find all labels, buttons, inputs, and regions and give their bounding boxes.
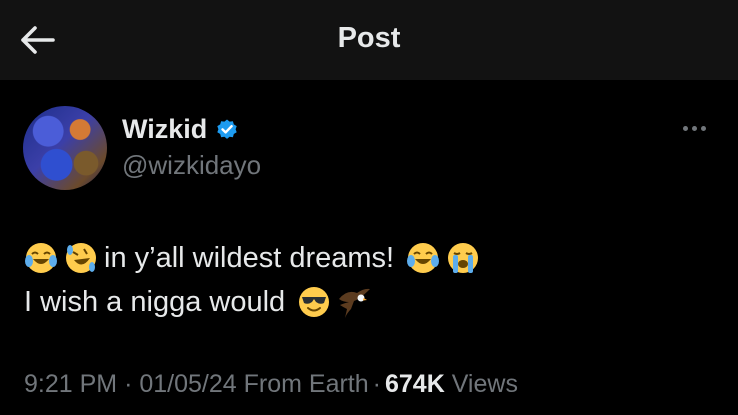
verified-badge-icon [217,119,237,139]
rolling-on-floor-laughing-icon [66,243,96,273]
page-title: Post [337,22,401,54]
tweet-text: in y’all wildest dreams! I wish a nigga … [24,236,486,324]
smiling-face-with-sunglasses-icon [299,287,330,317]
tweet-line-1: in y’all wildest dreams! [24,236,486,280]
tweet-line-1-text: in y’all wildest dreams! [104,242,395,274]
more-options-button[interactable] [683,120,713,136]
eagle-icon [339,288,371,318]
more-dot-icon [701,125,706,131]
views-label: Views [451,370,518,398]
more-dot-icon [683,125,688,131]
author-handle[interactable]: @wizkidayo [122,150,261,181]
post-source: From Earth [243,370,369,398]
tweet-line-2-text: I wish a nigga would [24,286,286,318]
author-name-row: Wizkid [122,114,239,145]
views-count: 674K [384,370,445,398]
face-with-tears-of-joy-icon [25,243,57,273]
face-with-tears-of-joy-icon [407,243,440,273]
author-name[interactable]: Wizkid [122,114,207,145]
post-time[interactable]: 9:21 PM [24,370,117,398]
post-date[interactable]: 01/05/24 [139,370,236,398]
tweet-line-2: I wish a nigga would [24,280,486,324]
meta-separator: · [372,370,381,398]
more-dot-icon [692,125,697,131]
loudly-crying-face-icon [448,243,479,273]
meta-separator: · [124,370,133,398]
post-meta: 9:21 PM · 01/05/24 From Earth · 674K Views [24,370,518,399]
top-bar: Post [0,0,738,80]
avatar[interactable] [23,106,107,190]
